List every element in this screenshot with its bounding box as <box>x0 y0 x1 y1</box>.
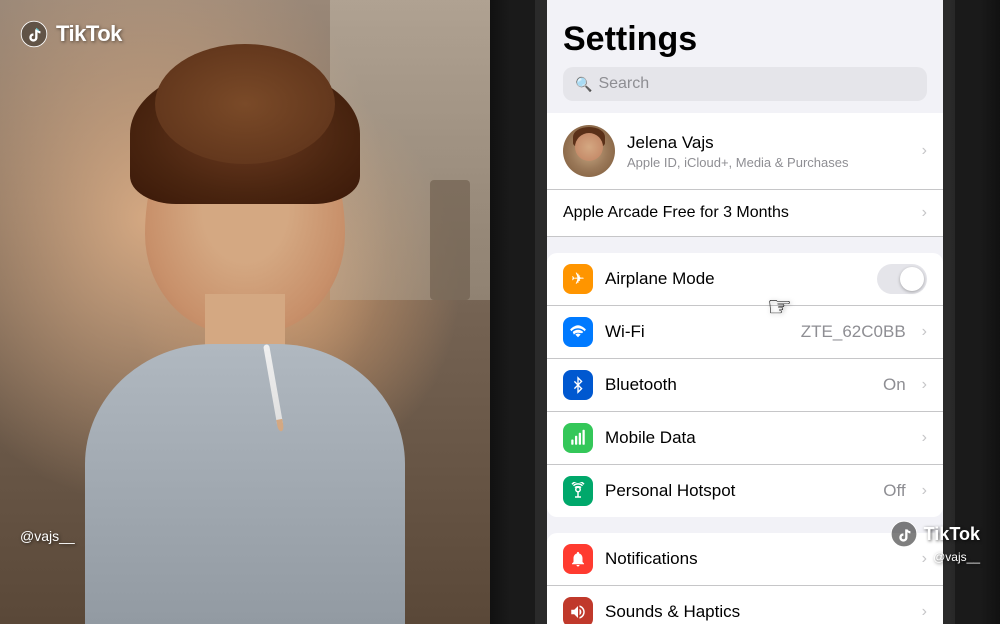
wifi-icon <box>563 317 593 347</box>
hair-top <box>155 44 335 164</box>
bluetooth-chevron: › <box>922 376 927 394</box>
notifications-icon <box>563 544 593 574</box>
search-bar[interactable]: 🔍 Search <box>563 67 927 101</box>
bluetooth-label: Bluetooth <box>605 375 871 395</box>
sounds-row[interactable]: Sounds & Haptics › <box>547 586 943 624</box>
hotspot-row[interactable]: Personal Hotspot Off › <box>547 465 943 517</box>
sounds-icon <box>563 597 593 624</box>
sounds-chevron: › <box>922 603 927 621</box>
search-icon: 🔍 <box>575 76 592 93</box>
avatar-face <box>575 133 603 161</box>
hair <box>130 64 360 204</box>
connectivity-section: ✈ Airplane Mode <box>547 253 943 517</box>
person-silhouette <box>55 64 435 624</box>
watermark-logo: TikTok <box>890 520 980 548</box>
mobile-data-chevron: › <box>922 429 927 447</box>
settings-screen: Settings 🔍 Search Jelena Vajs Apple ID, … <box>547 0 943 624</box>
tiktok-icon <box>20 20 48 48</box>
profile-info: Jelena Vajs Apple ID, iCloud+, Media & P… <box>627 133 910 170</box>
wifi-value: ZTE_62C0BB <box>801 322 906 342</box>
arcade-label: Apple Arcade Free for 3 Months <box>563 204 789 222</box>
phone-edge-left <box>490 0 540 624</box>
arcade-chevron: › <box>922 204 927 222</box>
hotspot-value: Off <box>883 481 905 501</box>
body <box>85 344 405 624</box>
bluetooth-icon <box>563 370 593 400</box>
tiktok-username: @vajs__ <box>20 528 75 544</box>
notifications-label: Notifications <box>605 549 910 569</box>
mobile-data-label: Mobile Data <box>605 428 910 448</box>
profile-row[interactable]: Jelena Vajs Apple ID, iCloud+, Media & P… <box>547 113 943 190</box>
search-placeholder: Search <box>598 75 649 93</box>
profile-chevron: › <box>922 142 927 160</box>
tiktok-logo: TikTok <box>20 20 122 48</box>
tiktok-text: TikTok <box>56 21 122 47</box>
bluetooth-value: On <box>883 375 906 395</box>
bluetooth-row[interactable]: Bluetooth On › <box>547 359 943 412</box>
sounds-label: Sounds & Haptics <box>605 602 910 622</box>
hotspot-icon <box>563 476 593 506</box>
airplane-mode-toggle[interactable] <box>877 264 927 294</box>
mobile-data-row[interactable]: Mobile Data › <box>547 412 943 465</box>
hotspot-label: Personal Hotspot <box>605 481 871 501</box>
mobile-data-icon <box>563 423 593 453</box>
wifi-row[interactable]: Wi-Fi ZTE_62C0BB › <box>547 306 943 359</box>
profile-subtitle: Apple ID, iCloud+, Media & Purchases <box>627 155 910 170</box>
hotspot-chevron: › <box>922 482 927 500</box>
wifi-chevron: › <box>922 323 927 341</box>
airplane-mode-icon: ✈ <box>563 264 593 294</box>
watermark-tiktok-icon <box>890 520 918 548</box>
notifications-section: Notifications › Sounds & Haptics › <box>547 533 943 624</box>
tiktok-video-panel: TikTok @vajs__ <box>0 0 490 624</box>
tiktok-watermark: TikTok @vajs__ <box>890 520 980 564</box>
settings-panel: Settings 🔍 Search Jelena Vajs Apple ID, … <box>490 0 1000 624</box>
wifi-label: Wi-Fi <box>605 322 789 342</box>
profile-name: Jelena Vajs <box>627 133 910 153</box>
avatar <box>563 125 615 177</box>
arcade-row[interactable]: Apple Arcade Free for 3 Months › <box>547 190 943 237</box>
settings-title: Settings <box>547 0 943 67</box>
notifications-row[interactable]: Notifications › <box>547 533 943 586</box>
watermark-username: @vajs__ <box>890 550 980 564</box>
watermark-text: TikTok <box>924 524 980 545</box>
airplane-mode-row[interactable]: ✈ Airplane Mode <box>547 253 943 306</box>
toggle-knob <box>900 267 924 291</box>
knife-block <box>430 180 470 300</box>
airplane-mode-label: Airplane Mode <box>605 269 865 289</box>
